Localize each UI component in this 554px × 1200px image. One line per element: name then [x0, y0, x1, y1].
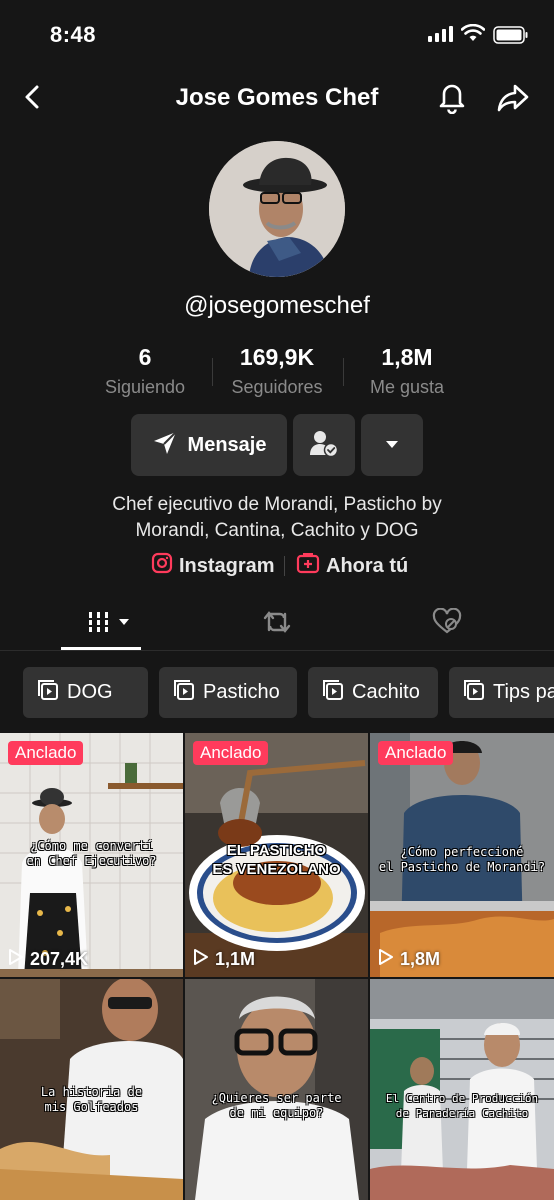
- status-bar: 8:48: [0, 0, 554, 70]
- cellular-signal-icon: [428, 26, 454, 47]
- instagram-link-label: Instagram: [179, 554, 275, 577]
- send-icon: [152, 430, 178, 461]
- tab-reposts[interactable]: [262, 608, 292, 641]
- profile-tabs: [0, 600, 554, 651]
- view-count: 1,1M: [193, 948, 255, 971]
- playlist-chip-label: Pasticho: [203, 681, 280, 703]
- ahora-tu-link-label: Ahora tú: [326, 554, 409, 577]
- link-divider: [284, 556, 285, 576]
- message-button[interactable]: Mensaje: [131, 414, 287, 476]
- ahora-tu-link[interactable]: Ahora tú: [296, 552, 408, 580]
- wifi-icon: [460, 23, 486, 47]
- video-thumbnail[interactable]: EL PASTICHO ES VENEZOLANO Anclado 1,1M: [185, 733, 368, 977]
- video-thumbnail[interactable]: ¿Cómo me convertí en Chef Ejecutivo? Anc…: [0, 733, 183, 977]
- stat-likes-label: Me gusta: [369, 377, 445, 397]
- video-caption: La historia de mis Golfeados: [40, 1085, 143, 1114]
- profile-handle: @josegomeschef: [184, 292, 370, 319]
- video-caption: EL PASTICHO ES VENEZOLANO: [212, 842, 341, 878]
- stat-following-value: 6: [138, 344, 152, 370]
- playlist-icon: [37, 679, 59, 706]
- tab-liked[interactable]: [432, 607, 462, 641]
- grid-icon: [87, 612, 133, 640]
- profile-stats: 6 Siguiendo 169,9K Seguidores 1,8M Me gu…: [0, 344, 554, 404]
- video-thumbnail[interactable]: ¿Cómo perfeccioné el Pasticho de Morandi…: [370, 733, 554, 977]
- video-thumbnail[interactable]: El Centro de Producción de Panadería Cac…: [370, 979, 554, 1200]
- video-thumbnail[interactable]: ¿Quieres ser parte de mi equipo?: [185, 979, 368, 1200]
- bio-line: Chef ejecutivo de Morandi, Pasticho by: [112, 494, 442, 515]
- pinned-badge: Anclado: [193, 741, 269, 765]
- page-title: Jose Gomes Chef: [175, 84, 379, 111]
- playlist-icon: [173, 679, 195, 706]
- message-button-label: Mensaje: [187, 433, 267, 456]
- share-arrow-icon[interactable]: [496, 82, 530, 119]
- playlist-chip[interactable]: Cachito: [308, 667, 438, 718]
- heart-hidden-icon: [432, 607, 462, 640]
- pinned-badge: Anclado: [378, 741, 454, 765]
- playlist-chip[interactable]: DOG: [23, 667, 148, 718]
- stat-followers-label: Seguidores: [231, 377, 323, 397]
- stat-followers[interactable]: 169,9K Seguidores: [222, 344, 332, 398]
- playlist-carousel: DOG Pasticho Cachito Tips pa: [0, 667, 554, 719]
- play-icon: [378, 948, 394, 971]
- profile-header: Jose Gomes Chef: [0, 70, 554, 126]
- following-status-button[interactable]: [293, 414, 355, 476]
- profile-avatar[interactable]: [209, 141, 345, 277]
- view-count: 207,4K: [8, 948, 88, 971]
- video-thumbnail[interactable]: La historia de mis Golfeados: [0, 979, 183, 1200]
- add-square-icon: [296, 552, 320, 580]
- status-time: 8:48: [50, 22, 97, 47]
- stat-following-label: Siguiendo: [104, 377, 186, 397]
- notification-bell-icon[interactable]: [436, 80, 468, 119]
- stat-divider: [343, 358, 344, 386]
- play-icon: [193, 948, 209, 971]
- video-caption: ¿Quieres ser parte de mi equipo?: [211, 1091, 342, 1120]
- view-count: 1,8M: [378, 948, 440, 971]
- stat-following[interactable]: 6 Siguiendo: [97, 344, 193, 398]
- caret-down-icon: [384, 436, 400, 454]
- active-tab-indicator: [61, 647, 141, 650]
- playlist-chip[interactable]: Pasticho: [159, 667, 297, 718]
- stat-followers-value: 169,9K: [239, 344, 315, 370]
- playlist-icon: [463, 679, 485, 706]
- video-grid: ¿Cómo me convertí en Chef Ejecutivo? Anc…: [0, 733, 554, 1200]
- bio-line: Morandi, Cantina, Cachito y DOG: [135, 520, 419, 541]
- tab-videos[interactable]: [87, 608, 133, 641]
- playlist-chip[interactable]: Tips pa: [449, 667, 554, 718]
- playlist-chip-label: Tips pa: [493, 681, 554, 703]
- pinned-badge: Anclado: [8, 741, 84, 765]
- profile-bio: Chef ejecutivo de Morandi, Pasticho by M…: [0, 492, 554, 544]
- play-icon: [8, 948, 24, 971]
- instagram-icon: [151, 552, 173, 580]
- stat-likes-value: 1,8M: [381, 344, 433, 370]
- video-caption: El Centro de Producción de Panadería Cac…: [385, 1092, 539, 1120]
- playlist-chip-label: Cachito: [352, 681, 420, 703]
- battery-icon: [493, 26, 529, 49]
- playlist-icon: [322, 679, 344, 706]
- suggested-accounts-button[interactable]: [361, 414, 423, 476]
- user-check-icon: [309, 429, 339, 462]
- stat-divider: [212, 358, 213, 386]
- stat-likes: 1,8M Me gusta: [358, 344, 456, 398]
- instagram-link[interactable]: Instagram: [151, 552, 275, 580]
- video-caption: ¿Cómo perfeccioné el Pasticho de Morandi…: [378, 845, 546, 874]
- video-caption: ¿Cómo me convertí en Chef Ejecutivo?: [26, 839, 157, 868]
- playlist-chip-label: DOG: [67, 681, 113, 703]
- profile-links: Instagram Ahora tú: [0, 552, 554, 582]
- repost-icon: [262, 611, 292, 640]
